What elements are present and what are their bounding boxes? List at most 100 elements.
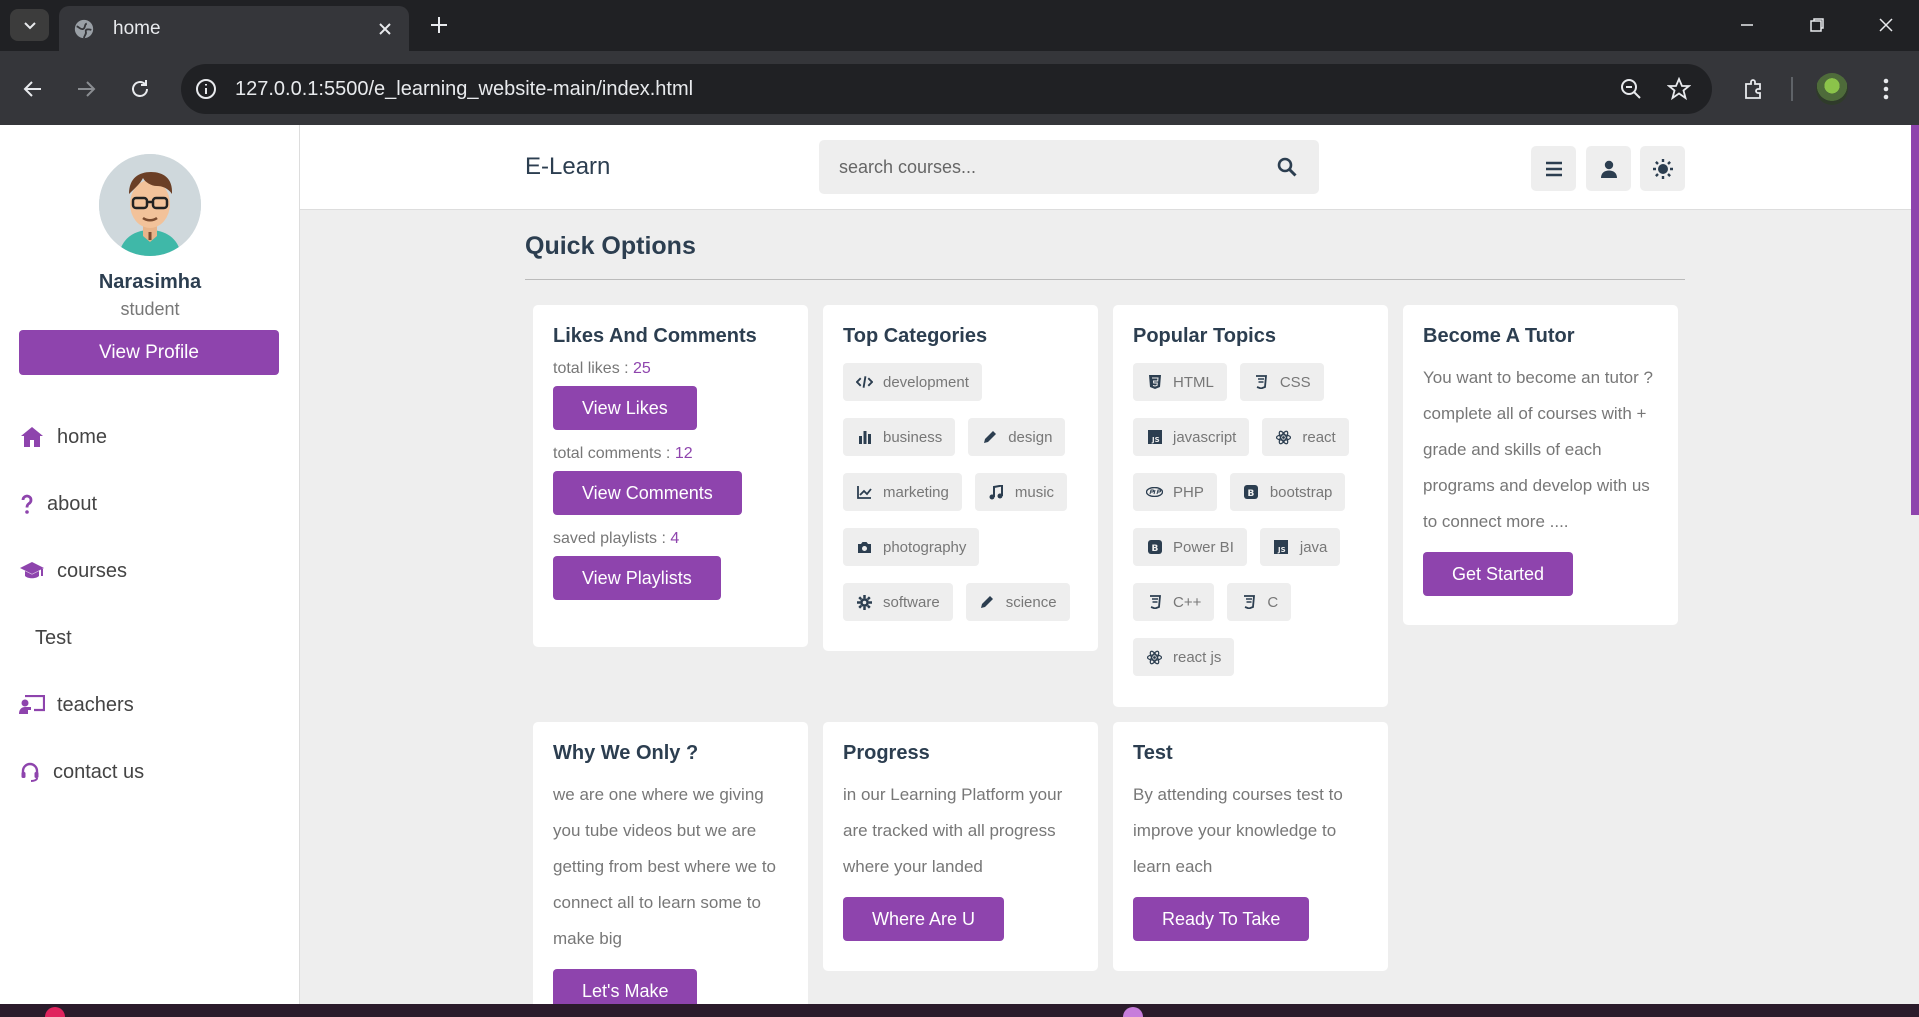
topic-tag-react[interactable]: react [1262,418,1349,456]
reload-icon [132,80,148,97]
react-icon [1275,429,1292,446]
view-playlists-button[interactable]: View Playlists [553,556,721,600]
total-comments-stat: total comments : 12 [553,445,693,462]
page-viewport: E-Learn search courses... Narasimha stud… [0,125,1919,1004]
category-tag-science[interactable]: science [965,583,1070,621]
browser-menu-button[interactable] [1866,69,1906,109]
search-input[interactable] [839,156,1275,178]
ready-to-take-button[interactable]: Ready To Take [1133,897,1310,941]
get-started-button[interactable]: Get Started [1423,552,1574,596]
zoom-button[interactable] [1616,74,1646,104]
sidebar-item-label: contact us [53,760,145,783]
site-info-icon[interactable] [194,77,218,101]
star-icon [1667,77,1691,101]
site-logo[interactable]: E-Learn [525,153,610,181]
sidebar-item-label: teachers [57,693,134,716]
sidebar-item-label: about [47,492,98,515]
new-tab-button[interactable] [424,10,454,40]
view-comments-button[interactable]: View Comments [553,471,742,515]
sidebar-item-test[interactable]: Test [35,618,72,658]
topic-tag-css[interactable]: CSS [1239,363,1324,401]
page-scrollbar-thumb[interactable] [1911,125,1919,515]
js-icon: JS [1273,539,1290,556]
topic-tag-html[interactable]: HTML [1133,363,1227,401]
sidebar-item-teachers[interactable]: teachers [19,685,134,725]
tab-search-button[interactable] [10,9,49,41]
plus-icon [431,17,447,33]
sidebar-item-about[interactable]: about [19,484,97,524]
address-bar[interactable]: 127.0.0.1:5500/e_learning_website-main/i… [181,64,1712,114]
taskbar-app-icon[interactable] [45,1007,65,1017]
puzzle-icon [1745,79,1761,99]
browser-toolbar: 127.0.0.1:5500/e_learning_website-main/i… [0,51,1919,125]
theme-toggle-button[interactable] [1640,146,1685,191]
category-tag-photography[interactable]: photography [843,528,980,566]
chalkboard-teacher-icon [19,692,45,718]
sidebar-item-label: courses [57,559,128,582]
user-button[interactable] [1586,146,1631,191]
card-title: Become A Tutor [1423,325,1575,347]
sidebar-item-home[interactable]: home [19,417,107,457]
topic-tag-cpp[interactable]: C++ [1133,583,1215,621]
likes-comments-card: Likes And Comments total likes : 25 View… [533,305,808,647]
category-tag-music[interactable]: music [974,473,1068,511]
category-tag-development[interactable]: development [843,363,982,401]
bars-icon [1545,161,1562,176]
chevron-down-icon [23,22,36,30]
category-tag-marketing[interactable]: marketing [843,473,962,511]
forward-button[interactable] [66,69,106,109]
where-are-u-button[interactable]: Where Are U [843,897,1005,941]
line-chart-icon [856,484,873,501]
category-tag-design[interactable]: design [968,418,1066,456]
close-icon [1879,18,1893,32]
sidebar-item-contact[interactable]: contact us [19,752,144,792]
bookmark-button[interactable] [1664,74,1694,104]
headset-icon [19,759,41,785]
search-button[interactable] [1275,155,1299,179]
url-text[interactable]: 127.0.0.1:5500/e_learning_website-main/i… [235,78,1616,101]
progress-card: Progress in our Learning Platform your a… [823,722,1098,971]
extensions-button[interactable] [1734,69,1774,109]
topic-tag-javascript[interactable]: JS javascript [1133,418,1250,456]
topic-tag-bootstrap[interactable]: Bbootstrap [1229,473,1346,511]
bootstrap-icon: B [1146,539,1163,556]
restore-button[interactable] [1797,8,1837,42]
home-icon [19,424,45,450]
category-tag-business[interactable]: business [843,418,956,456]
search-icon [1277,157,1297,177]
card-title: Progress [843,742,930,764]
topic-tag-php[interactable]: PHP [1133,473,1217,511]
lets-make-button[interactable]: Let's Make [553,969,698,1004]
back-button[interactable] [13,69,53,109]
total-likes-stat: total likes : 25 [553,360,651,377]
browser-tab[interactable]: home [59,6,409,51]
tab-close-button[interactable] [375,19,395,39]
browser-profile-avatar[interactable] [1816,73,1848,105]
card-title: Popular Topics [1133,325,1276,347]
reload-button[interactable] [120,69,160,109]
taskbar-app-icon[interactable] [1123,1007,1143,1017]
window-close-button[interactable] [1866,8,1906,42]
view-likes-button[interactable]: View Likes [553,386,697,430]
avatar[interactable] [99,154,201,256]
camera-icon [856,539,873,556]
category-tag-software[interactable]: software [843,583,953,621]
arrow-left-icon [23,81,41,97]
css3-icon [1240,594,1257,611]
topic-tag-react-js[interactable]: react js [1133,638,1235,676]
restore-icon [1810,18,1824,32]
view-profile-button[interactable]: View Profile [19,330,279,375]
topic-tag-list: HTML CSS JS javascript react PHP Bbootstr… [1133,360,1368,676]
topic-tag-power-bi[interactable]: B Power BI [1133,528,1247,566]
cog-icon [856,594,873,611]
sidebar-item-courses[interactable]: courses [19,551,127,591]
browser-tab-bar: home [0,0,1919,51]
card-text: You want to become an tutor ? complete a… [1423,368,1653,531]
topic-tag-c[interactable]: C [1227,583,1292,621]
bar-chart-icon [856,429,873,446]
top-categories-card: Top Categories development business desi… [823,305,1098,651]
category-tag-list: development business design marketing mu… [843,360,1078,621]
minimize-button[interactable] [1727,8,1767,42]
menu-button[interactable] [1531,146,1576,191]
topic-tag-java[interactable]: JS java [1259,528,1341,566]
